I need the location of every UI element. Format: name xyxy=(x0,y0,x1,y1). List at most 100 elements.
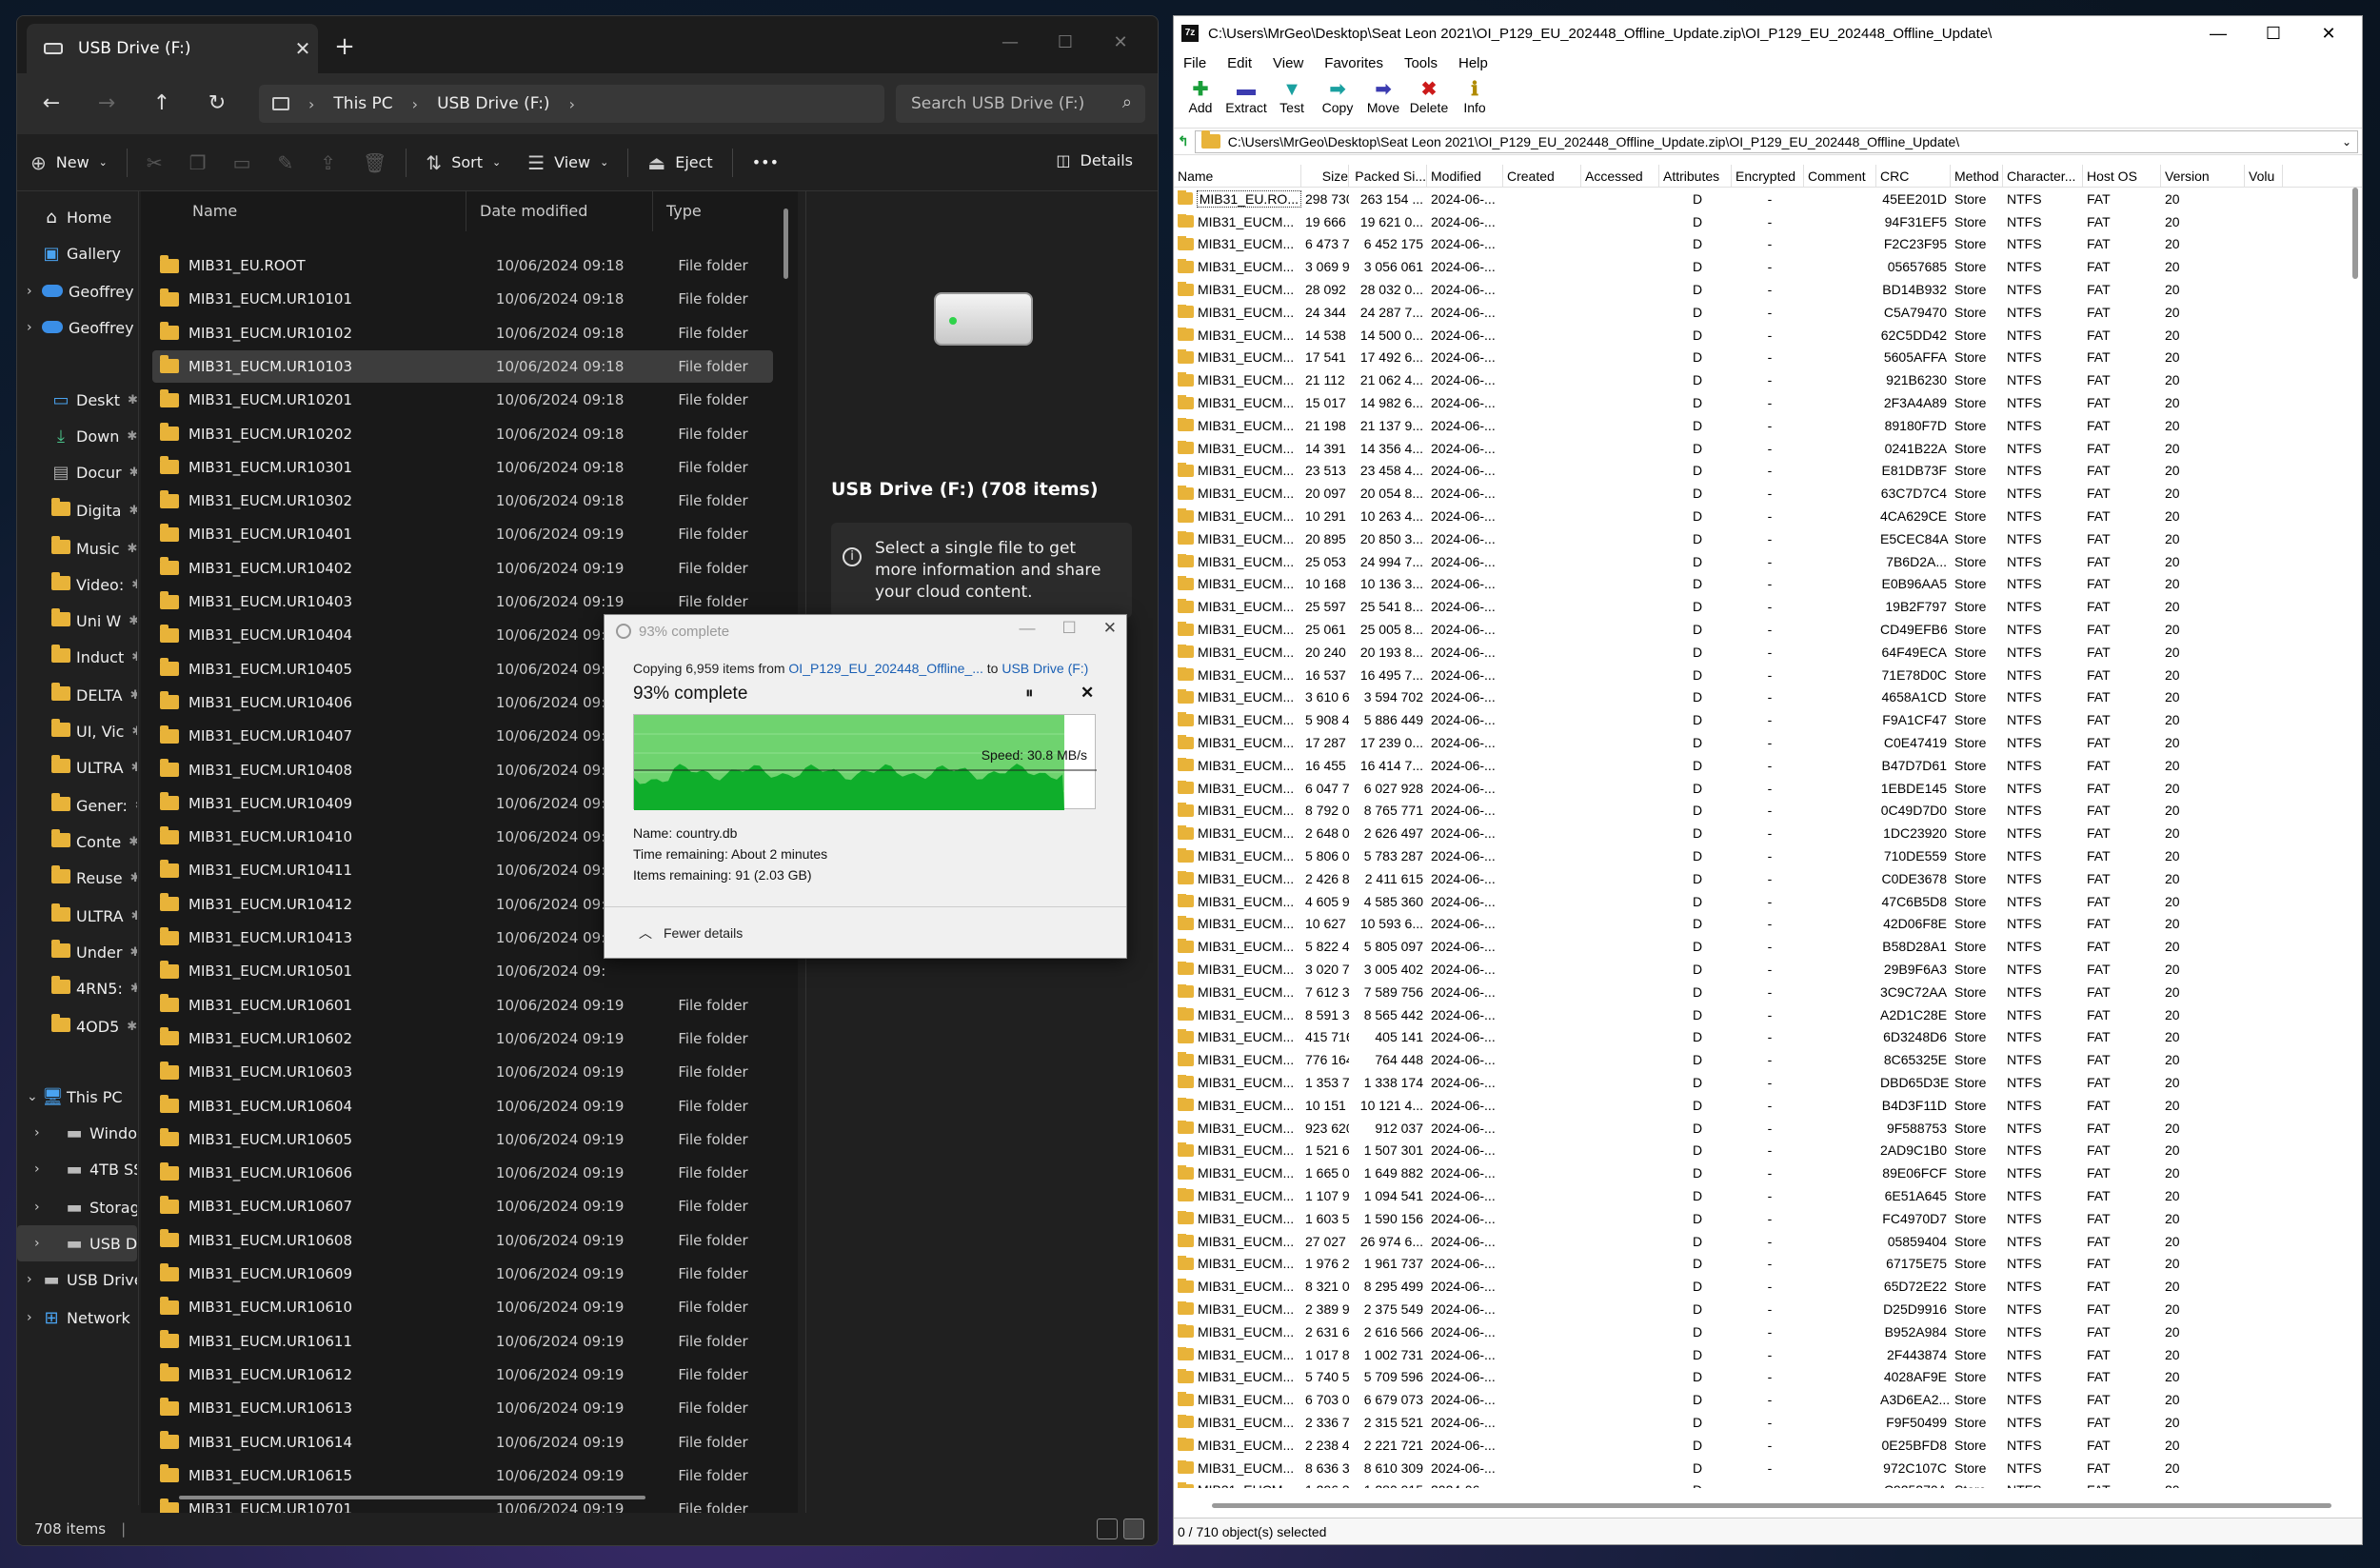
eject-button[interactable]: ⏏ Eject xyxy=(634,151,725,174)
menu-favorites[interactable]: Favorites xyxy=(1324,55,1383,71)
maximize-button[interactable]: ☐ xyxy=(2246,16,2301,50)
column-header-size[interactable]: Size xyxy=(1301,165,1349,187)
rename-icon[interactable]: ✎ xyxy=(265,151,307,174)
sidebar-item-windov[interactable]: › ▬ Windov xyxy=(17,1115,137,1151)
sidebar-item-this-pc[interactable]: ⌄ 🖥 This PC xyxy=(17,1079,137,1115)
sidebar-item-4od5[interactable]: 4OD5 ✱ xyxy=(17,1008,137,1044)
vertical-scrollbar[interactable] xyxy=(783,208,788,279)
sidebar-item-4tb-ssi[interactable]: › ▬ 4TB SSI xyxy=(17,1151,137,1187)
archive-row[interactable]: MIB31_EUCM... 25 053 1... 24 994 7... 2024-… xyxy=(1174,550,2362,573)
sidebar-item-usb-dri[interactable]: › ▬ USB Dri xyxy=(17,1225,137,1261)
archive-row[interactable]: MIB31_EUCM... 1 665 000 1 649 882 2024-06-.… xyxy=(1174,1161,2362,1184)
file-row[interactable]: MIB31_EUCM.UR10606 10/06/2024 09:19 File f… xyxy=(152,1157,773,1189)
sidebar-item-video[interactable]: Video: ✱ xyxy=(17,566,137,603)
chevron-down-icon[interactable]: ⌄ xyxy=(2342,135,2351,149)
file-row[interactable]: MIB31_EUCM.UR10602 10/06/2024 09:19 File f… xyxy=(152,1022,773,1055)
sort-button[interactable]: ⇅ Sort ⌄ xyxy=(412,151,514,174)
archive-row[interactable]: MIB31_EUCM... 21 112 8... 21 062 4... 2024-… xyxy=(1174,368,2362,391)
vertical-scrollbar[interactable] xyxy=(2352,188,2358,279)
file-row[interactable]: MIB31_EUCM.UR10607 10/06/2024 09:19 File f… xyxy=(152,1190,773,1222)
archive-row[interactable]: MIB31_EUCM... 1 107 944 1 094 541 2024-06-.… xyxy=(1174,1184,2362,1207)
archive-row[interactable]: MIB31_EUCM... 6 703 081 6 679 073 2024-06-.… xyxy=(1174,1388,2362,1411)
sidebar-item-induct[interactable]: Induct ✱ xyxy=(17,639,137,675)
chevron-right-icon[interactable]: › xyxy=(34,1125,40,1141)
archive-row[interactable]: MIB31_EUCM... 4 605 928 4 585 360 2024-06-.… xyxy=(1174,890,2362,913)
archive-row[interactable]: MIB31_EUCM... 8 636 393 8 610 309 2024-06-.… xyxy=(1174,1457,2362,1479)
menu-help[interactable]: Help xyxy=(1458,55,1488,71)
add-button[interactable]: ✚ Add xyxy=(1178,75,1223,128)
sidebar-item-geoffrey[interactable]: › Geoffrey xyxy=(17,273,137,309)
column-header-host-os[interactable]: Host OS xyxy=(2083,165,2161,187)
sidebar-item-reuse[interactable]: Reuse ✱ xyxy=(17,860,137,896)
column-header-comment[interactable]: Comment xyxy=(1804,165,1876,187)
pause-icon[interactable]: ⏸ xyxy=(1025,684,1034,703)
details-view-icon[interactable] xyxy=(1097,1518,1118,1539)
column-header-name[interactable]: Name xyxy=(1174,165,1301,187)
explorer-tab[interactable]: USB Drive (F:) ✕ xyxy=(27,24,318,73)
sidebar-item-4rn5[interactable]: 4RN5: ✱ xyxy=(17,970,137,1006)
tiles-view-icon[interactable] xyxy=(1123,1518,1144,1539)
file-row[interactable]: MIB31_EUCM.UR10608 10/06/2024 09:19 File f… xyxy=(152,1224,773,1257)
archive-row[interactable]: MIB31_EUCM... 1 976 296 1 961 737 2024-06-.… xyxy=(1174,1252,2362,1275)
archive-row[interactable]: MIB31_EUCM... 1 353 704 1 338 174 2024-06-.… xyxy=(1174,1071,2362,1094)
column-header-created[interactable]: Created xyxy=(1503,165,1581,187)
sidebar-item-ultra[interactable]: ULTRA ✱ xyxy=(17,749,137,785)
file-row[interactable]: MIB31_EU.ROOT 10/06/2024 09:18 File folder xyxy=(152,249,773,282)
file-row[interactable]: MIB31_EUCM.UR10605 10/06/2024 09:19 File f… xyxy=(152,1123,773,1156)
sidebar-item-network[interactable]: › ⊞ Network xyxy=(17,1300,137,1336)
path-field[interactable]: C:\Users\MrGeo\Desktop\Seat Leon 2021\OI… xyxy=(1194,129,2358,153)
archive-row[interactable]: MIB31_EUCM... 20 097 0... 20 054 8... 2024-… xyxy=(1174,482,2362,505)
chevron-right-icon[interactable]: › xyxy=(27,320,32,335)
archive-row[interactable]: MIB31_EUCM... 1 017 830 1 002 731 2024-06-.… xyxy=(1174,1343,2362,1366)
file-row[interactable]: MIB31_EUCM.UR10403 10/06/2024 09:19 File f… xyxy=(152,586,773,618)
close-button[interactable]: ✕ xyxy=(1093,24,1148,62)
sidebar-item-gallery[interactable]: ▣ Gallery xyxy=(17,235,137,271)
file-row[interactable]: MIB31_EUCM.UR10102 10/06/2024 09:18 File f… xyxy=(152,317,773,349)
column-header-encrypted[interactable]: Encrypted xyxy=(1732,165,1804,187)
archive-row[interactable]: MIB31_EUCM... 1 603 560 1 590 156 2024-06-.… xyxy=(1174,1207,2362,1230)
sidebar-item-usb-drive[interactable]: › ▬ USB Drive xyxy=(17,1261,137,1298)
archive-row[interactable]: MIB31_EUCM... 2 336 744 2 315 521 2024-06-.… xyxy=(1174,1411,2362,1434)
sidebar-item-down[interactable]: ⤓ Down ✱ xyxy=(17,418,137,454)
archive-row[interactable]: MIB31_EUCM... 1 296 3601 280 9152024-06-.… xyxy=(1174,1479,2362,1488)
menu-view[interactable]: View xyxy=(1273,55,1303,71)
delete-icon[interactable]: 🗑 xyxy=(349,151,400,174)
address-bar[interactable]: › This PC › USB Drive (F:) › xyxy=(259,85,884,123)
sidebar-item-home[interactable]: ⌂ Home xyxy=(17,199,137,235)
sidebar-item-conte[interactable]: Conte ✱ xyxy=(17,824,137,860)
archive-row[interactable]: MIB31_EU.RO...298 730 ... 263 154 ... 2024… xyxy=(1174,188,2362,210)
source-link[interactable]: OI_P129_EU_202448_Offline_... xyxy=(788,661,982,676)
breadcrumb-usb-drive[interactable]: USB Drive (F:) xyxy=(437,94,549,113)
file-row[interactable]: MIB31_EUCM.UR10611 10/06/2024 09:19 File f… xyxy=(152,1325,773,1358)
file-row[interactable]: MIB31_EUCM.UR10613 10/06/2024 09:19 File f… xyxy=(152,1392,773,1424)
column-header-method[interactable]: Method xyxy=(1951,165,2003,187)
archive-row[interactable]: MIB31_EUCM... 3 610 600 3 594 702 2024-06-.… xyxy=(1174,686,2362,709)
archive-row[interactable]: MIB31_EUCM... 2 389 992 2 375 549 2024-06-.… xyxy=(1174,1298,2362,1320)
chevron-right-icon[interactable]: › xyxy=(27,1272,32,1287)
archive-row[interactable]: MIB31_EUCM... 17 287 1... 17 239 0... 2024-… xyxy=(1174,731,2362,754)
new-button[interactable]: ⊕ New ⌄ xyxy=(17,151,121,174)
chevron-right-icon[interactable]: › xyxy=(569,95,575,113)
archive-row[interactable]: MIB31_EUCM... 15 017 9... 14 982 6... 2024-… xyxy=(1174,391,2362,414)
extract-button[interactable]: ▬ Extract xyxy=(1223,75,1269,128)
sidebar-item-gener[interactable]: Gener: ✱ xyxy=(17,787,137,824)
refresh-icon[interactable]: ↻ xyxy=(198,85,236,123)
test-button[interactable]: ▼ Test xyxy=(1269,75,1315,128)
archive-row[interactable]: MIB31_EUCM... 27 027 4... 26 974 6... 2024-… xyxy=(1174,1230,2362,1253)
archive-row[interactable]: MIB31_EUCM... 776 164 764 448 2024-06-... D -… xyxy=(1174,1048,2362,1071)
copy-button[interactable]: ➡ Copy xyxy=(1315,75,1360,128)
file-row[interactable]: MIB31_EUCM.UR10302 10/06/2024 09:18 File f… xyxy=(152,485,773,517)
archive-row[interactable]: MIB31_EUCM... 19 666 9... 19 621 0... 2024-… xyxy=(1174,210,2362,233)
file-row[interactable]: MIB31_EUCM.UR10610 10/06/2024 09:19 File f… xyxy=(152,1291,773,1323)
archive-row[interactable]: MIB31_EUCM... 10 291 1... 10 263 4... 2024-… xyxy=(1174,505,2362,527)
sidebar-item-geoffrey[interactable]: › Geoffrey xyxy=(17,309,137,346)
forward-arrow-icon[interactable]: → xyxy=(88,85,126,123)
up-folder-icon[interactable]: ↰ xyxy=(1178,133,1189,149)
archive-row[interactable]: MIB31_EUCM... 7 612 393 7 589 756 2024-06-.… xyxy=(1174,981,2362,1003)
menu-edit[interactable]: Edit xyxy=(1227,55,1252,71)
archive-row[interactable]: MIB31_EUCM... 2 631 656 2 616 566 2024-06-.… xyxy=(1174,1320,2362,1343)
archive-row[interactable]: MIB31_EUCM... 17 541 1... 17 492 6... 2024-… xyxy=(1174,347,2362,369)
archive-row[interactable]: MIB31_EUCM... 24 344 5... 24 287 7... 2024-… xyxy=(1174,301,2362,324)
details-button[interactable]: ◫ Details xyxy=(1056,151,1133,169)
file-row[interactable]: MIB31_EUCM.UR10501 10/06/2024 09: xyxy=(152,955,773,987)
